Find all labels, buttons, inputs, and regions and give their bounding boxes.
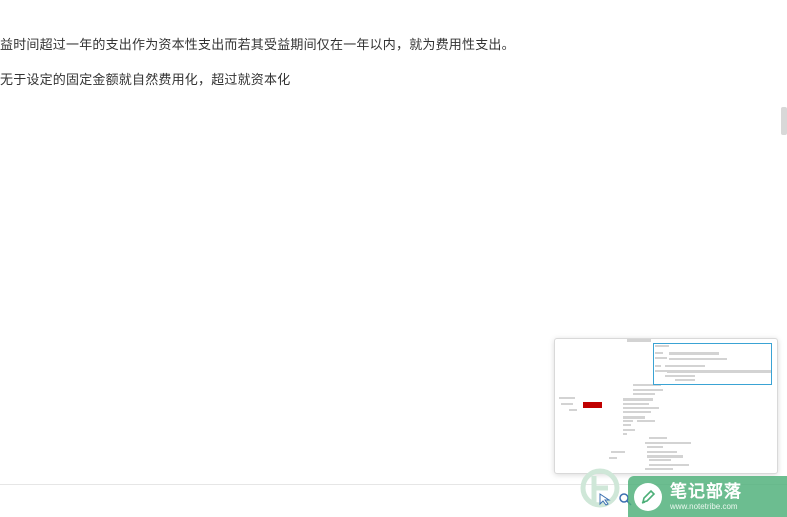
vertical-scrollbar-thumb[interactable]: [781, 107, 787, 135]
minimap-root-node: [583, 402, 602, 408]
text-line-2: 无于设定的固定金额就自然费用化，超过就资本化: [0, 72, 291, 87]
watermark-title: 笔记部落: [670, 481, 742, 501]
text-line-1: 益时间超过一年的支出作为资本性支出而若其受益期间仅在一年以内，就为费用性支出。: [0, 37, 515, 52]
pointer-icon[interactable]: [598, 492, 612, 506]
minimap-viewport-frame: [653, 343, 772, 385]
minimap-panel[interactable]: [554, 338, 778, 474]
pen-logo-icon: [634, 482, 662, 511]
minimap-canvas: [559, 339, 772, 470]
watermark-url: www.notetribe.com: [670, 501, 738, 511]
watermark-badge: 笔记部落 www.notetribe.com: [628, 476, 787, 517]
